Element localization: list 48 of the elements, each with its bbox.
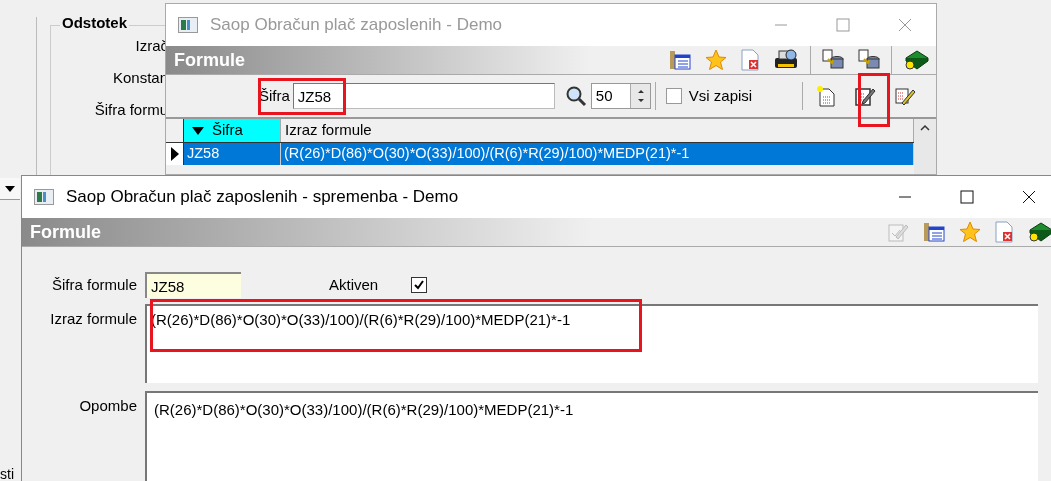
maximize-icon [960, 190, 974, 204]
checkbox-label: Vsi zapisi [688, 85, 753, 106]
sort-arrow-icon [192, 126, 204, 135]
app-icon [34, 189, 54, 205]
maximize-icon [836, 18, 850, 32]
document-delete-icon[interactable] [741, 49, 759, 71]
database-arrow-icon[interactable] [822, 49, 844, 71]
edit-icon[interactable] [854, 85, 876, 107]
close-icon [1022, 190, 1036, 204]
window-title: Saop Obračun plač zaposlenih - Demo [210, 14, 502, 37]
table-cell[interactable]: JZ58 [184, 143, 281, 165]
section-title: Formule [29, 220, 101, 244]
close-icon [898, 18, 912, 32]
checkbox[interactable] [665, 88, 682, 104]
field-label: Opombe [78, 396, 138, 416]
highlight-frame [858, 73, 890, 127]
scroll-up-icon[interactable] [920, 123, 930, 131]
notes-field[interactable]: (R(26)*D(86)*O(30)*O(33)/100)/(R(6)*R(29)/100)*MEDP(21)*-1 [145, 391, 1038, 481]
table-icon[interactable] [669, 50, 691, 70]
spin-arrows-icon[interactable] [629, 84, 650, 108]
field-label: sti [0, 465, 14, 481]
document-delete-icon[interactable] [995, 221, 1013, 243]
column-header[interactable]: Šifra [184, 119, 281, 142]
table-icon[interactable] [923, 222, 945, 242]
book-icon[interactable] [903, 49, 929, 71]
checkbox[interactable] [411, 277, 427, 293]
table-cell[interactable]: (R(26)*D(86)*O(30)*O(33)/100)/(R(6)*R(29)/100)*MEDP(21)*-1 [281, 143, 914, 165]
section-title: Formule [173, 48, 245, 72]
scrollbar[interactable] [914, 119, 936, 174]
printer-icon[interactable] [773, 49, 799, 71]
star-icon[interactable] [959, 221, 981, 243]
page-size-spinner[interactable]: 50 [590, 83, 651, 109]
app-icon [178, 17, 198, 33]
new-document-icon[interactable] [816, 85, 836, 107]
field-label: Konstan [112, 68, 168, 88]
checkbox-label: Aktiven [329, 274, 380, 295]
search-field[interactable]: JZ58 [292, 83, 555, 109]
database-arrow-icon[interactable] [858, 49, 880, 71]
search-icon[interactable] [564, 85, 587, 107]
search-label: Šifra [259, 85, 290, 106]
expression-field[interactable]: (R(26)*D(86)*O(30)*O(33)/100)/(R(6)*R(29)/100)*MEDP(21)*-1 [145, 304, 1038, 383]
field-label: Izraz formule [49, 309, 138, 329]
star-icon[interactable] [705, 49, 727, 71]
field-label: Šifra formule [50, 274, 138, 295]
book-icon[interactable] [1027, 221, 1051, 243]
code-field[interactable]: JZ58 [145, 272, 241, 298]
window-title: Saop Obračun plač zaposlenih - spremenba - Demo [66, 186, 459, 209]
edit-icon[interactable] [894, 85, 916, 107]
